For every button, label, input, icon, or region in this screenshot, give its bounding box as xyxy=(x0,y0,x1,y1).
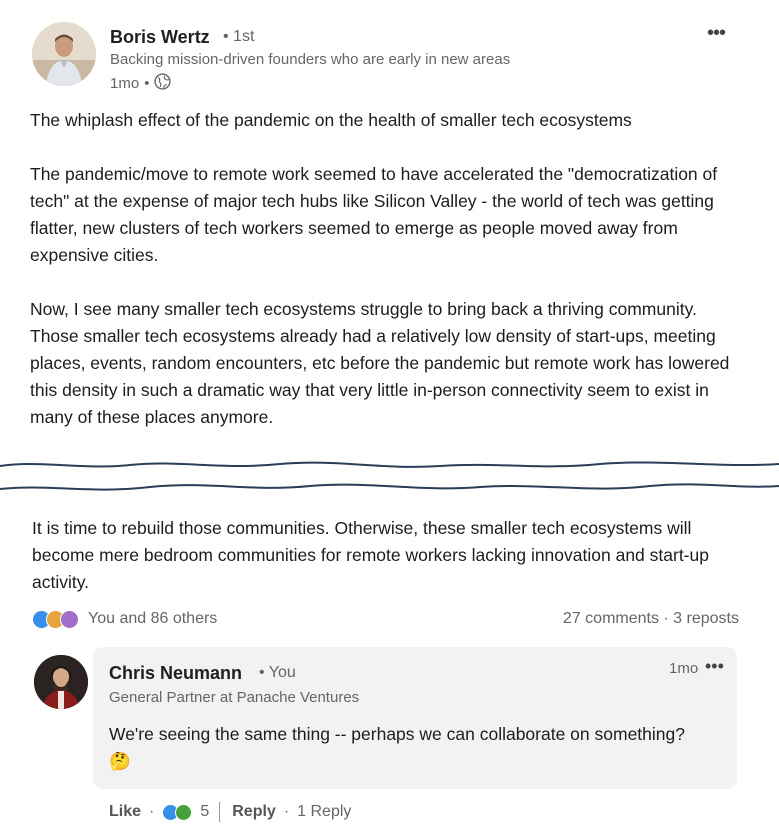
comment-time: 1mo xyxy=(669,660,699,677)
post-paragraph: It is time to rebuild those communities.… xyxy=(32,518,709,592)
comment-reaction-count[interactable]: 5 xyxy=(200,803,209,821)
meta-separator: • xyxy=(144,75,150,92)
post-more-options-icon[interactable]: ••• xyxy=(707,22,726,45)
author-headline: Backing mission-driven founders who are … xyxy=(110,51,511,68)
comments-reposts-count[interactable]: 27 comments · 3 reposts xyxy=(563,610,739,628)
comment-actions: Like · 5 Reply · 1 Reply xyxy=(109,801,351,823)
commenter-headline: General Partner at Panache Ventures xyxy=(109,689,360,706)
author-avatar[interactable] xyxy=(32,22,96,86)
post-paragraph: Now, I see many smaller tech ecosystems … xyxy=(30,299,730,427)
connection-degree: • 1st xyxy=(223,28,255,45)
celebrate-icon xyxy=(175,803,193,821)
globe-icon xyxy=(154,73,172,94)
reaction-icons[interactable] xyxy=(32,609,79,629)
social-counts-bar: You and 86 others 27 comments · 3 repost… xyxy=(32,607,739,631)
comment-more-options-icon[interactable]: ••• xyxy=(705,656,724,677)
post-paragraph: The pandemic/move to remote work seemed … xyxy=(30,164,718,265)
post-title-line: The whiplash effect of the pandemic on t… xyxy=(30,110,632,130)
reactions-summary[interactable]: You and 86 others xyxy=(88,610,217,628)
commenter-name[interactable]: Chris Neumann xyxy=(109,663,242,684)
comment-text: We're seeing the same thing -- perhaps w… xyxy=(109,724,685,771)
separator-dot: · xyxy=(283,803,290,820)
post-time: 1mo xyxy=(110,75,140,92)
post-meta: 1mo • xyxy=(110,73,172,94)
replies-count-link[interactable]: 1 Reply xyxy=(297,803,351,821)
torn-edge-divider xyxy=(0,461,779,491)
comment-bubble: Chris Neumann • You General Partner at P… xyxy=(93,647,737,789)
commenter-you-label: • You xyxy=(259,664,296,681)
commenter-avatar[interactable] xyxy=(34,655,88,709)
reply-button[interactable]: Reply xyxy=(232,803,276,821)
divider xyxy=(219,802,221,822)
author-name[interactable]: Boris Wertz xyxy=(110,27,210,48)
like-button[interactable]: Like xyxy=(109,803,141,821)
separator-dot: · xyxy=(149,803,155,820)
support-icon xyxy=(60,609,79,629)
comment-reaction-icons[interactable] xyxy=(162,803,193,821)
